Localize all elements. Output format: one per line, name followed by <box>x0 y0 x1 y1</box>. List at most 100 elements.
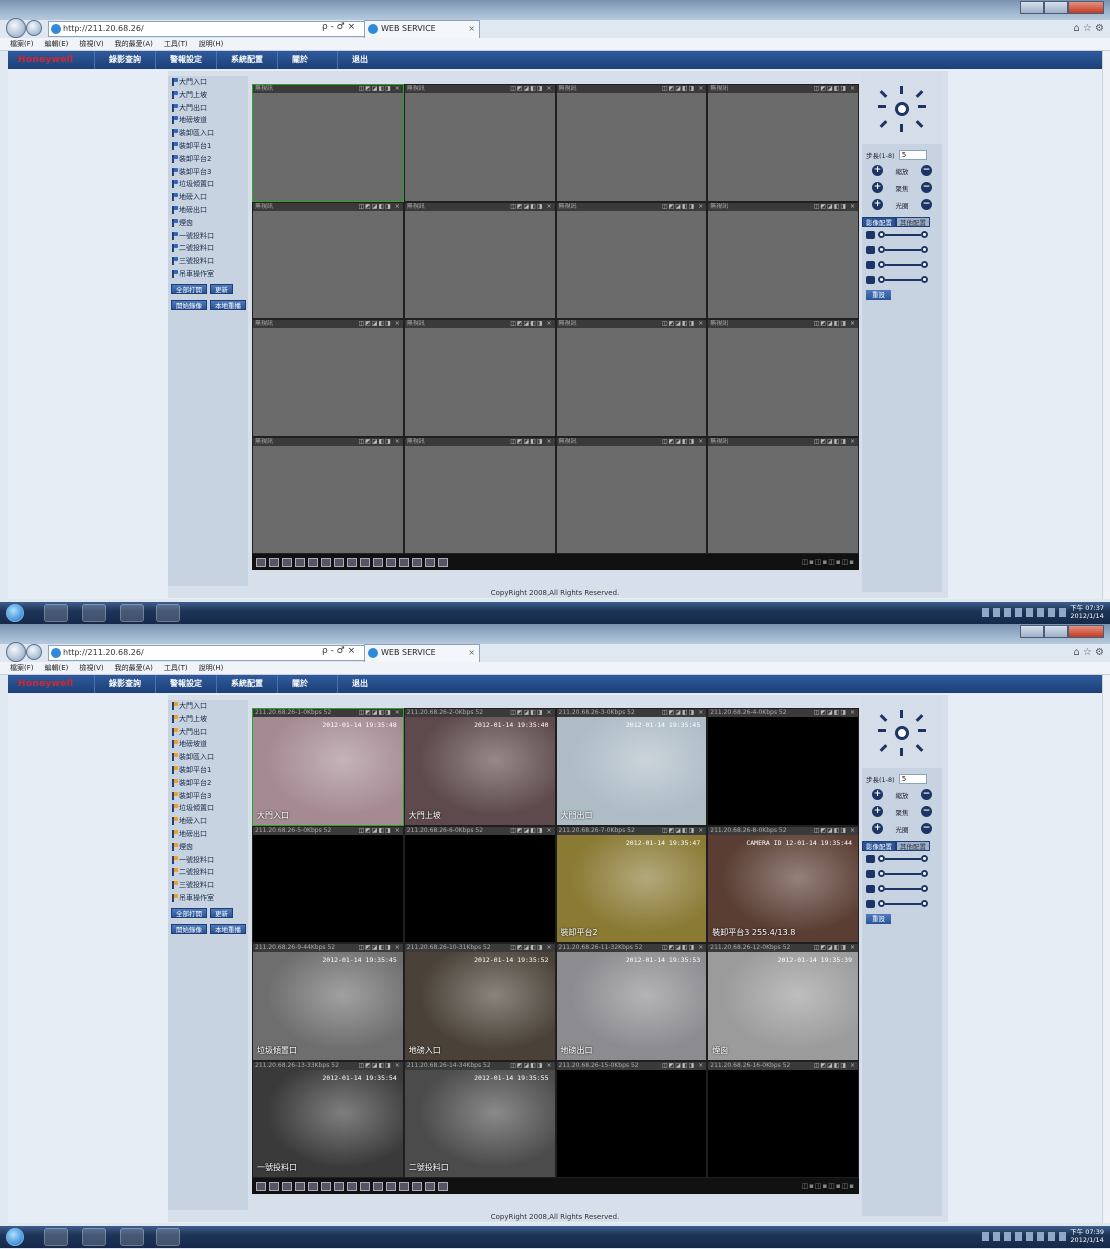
tray-icon[interactable] <box>1015 608 1022 617</box>
cell-controls-icon[interactable]: ◫◩◪◧◨ × <box>510 1062 552 1070</box>
layout-button[interactable] <box>386 557 396 567</box>
camera-tree-item[interactable]: 裝卸平台3 <box>168 166 248 179</box>
camera-tree-item[interactable]: 二號投料口 <box>168 866 248 879</box>
tray-icon[interactable] <box>1015 1232 1022 1241</box>
tray-icon[interactable] <box>1059 608 1066 617</box>
cell-controls-icon[interactable]: ◫◩◪◧◨ × <box>662 85 704 93</box>
btn-open-all-button[interactable]: 全部打開 <box>171 283 207 294</box>
video-cell[interactable]: 無視訊 ◫◩◪◧◨ × <box>252 201 404 319</box>
tray-icon[interactable] <box>982 1232 989 1241</box>
close-window-button[interactable] <box>1068 625 1104 638</box>
media-taskbar-icon[interactable] <box>120 604 144 622</box>
camera-tree-item[interactable]: 地磅入口 <box>168 815 248 828</box>
menu-item[interactable]: 檔案(F) <box>10 38 34 50</box>
video-cell[interactable]: 211.20.68.26-12-0Kbps 52 ◫◩◪◧◨ × 2012-01-1… <box>707 943 859 1061</box>
video-cell[interactable]: 211.20.68.26-15-0Kbps 52 ◫◩◪◧◨ × <box>555 1060 708 1178</box>
tray-icon[interactable] <box>1037 1232 1044 1241</box>
cell-controls-icon[interactable]: ◫◩◪◧◨ × <box>662 203 704 211</box>
browser-tools[interactable]: ⌂ ☆ ⚙ <box>1073 23 1104 34</box>
cell-controls-icon[interactable]: ◫◩◪◧◨ × <box>814 709 856 717</box>
media-taskbar-icon[interactable] <box>120 1228 144 1246</box>
camera-tree-item[interactable]: 大門上坡 <box>168 713 248 726</box>
focus-out-button[interactable]: − <box>921 806 932 817</box>
arrow-down-icon[interactable] <box>900 124 903 132</box>
tray-icon[interactable] <box>1026 608 1033 617</box>
video-cell[interactable]: 無視訊 ◫◩◪◧◨ × <box>555 319 708 437</box>
nav-item[interactable]: 退出 <box>337 675 397 693</box>
paint-taskbar-icon[interactable] <box>156 604 180 622</box>
zoom-in-button[interactable]: + <box>872 789 883 800</box>
layout-button[interactable] <box>386 1181 396 1191</box>
layout-button[interactable] <box>347 1181 357 1191</box>
brightness-slider[interactable] <box>862 227 942 242</box>
reset-button[interactable]: 重設 <box>866 914 891 924</box>
explorer-taskbar-icon[interactable] <box>82 1228 106 1246</box>
layout-button[interactable] <box>269 557 279 567</box>
cell-controls-icon[interactable]: ◫◩◪◧◨ × <box>814 85 856 93</box>
arrow-left-icon[interactable] <box>878 105 886 108</box>
cell-controls-icon[interactable]: ◫◩◪◧◨ × <box>814 320 856 328</box>
explorer-taskbar-icon[interactable] <box>82 604 106 622</box>
camera-tree-item[interactable]: 裝卸平台2 <box>168 153 248 166</box>
playback-controls-icon[interactable]: ◫▪◫▪◫▪◫▪ <box>802 558 855 566</box>
menu-item[interactable]: 工具(T) <box>164 662 188 674</box>
iris-open-button[interactable]: + <box>872 199 883 210</box>
video-cell[interactable]: 211.20.68.26-9-44Kbps 52 ◫◩◪◧◨ × 2012-01-1… <box>252 943 404 1061</box>
btn-local-playback-button[interactable]: 本地重播 <box>210 923 246 934</box>
tray-icon[interactable] <box>993 1232 1000 1241</box>
cell-controls-icon[interactable]: ◫◩◪◧◨ × <box>510 203 552 211</box>
slider-knob[interactable] <box>878 855 885 862</box>
video-cell[interactable]: 無視訊 ◫◩◪◧◨ × <box>403 84 556 202</box>
video-cell[interactable]: 211.20.68.26-4-0Kbps 52 ◫◩◪◧◨ × <box>707 708 859 826</box>
layout-button[interactable] <box>256 557 266 567</box>
layout-button[interactable] <box>425 1181 435 1191</box>
layout-button[interactable] <box>269 1181 279 1191</box>
layout-button[interactable] <box>295 1181 305 1191</box>
menu-item[interactable]: 我的最愛(A) <box>115 38 153 50</box>
arrow-down-left-icon[interactable] <box>879 120 888 128</box>
video-cell[interactable]: 無視訊 ◫◩◪◧◨ × <box>555 436 708 554</box>
cell-controls-icon[interactable]: ◫◩◪◧◨ × <box>662 1062 704 1070</box>
arrow-up-right-icon[interactable] <box>915 714 924 722</box>
menu-item[interactable]: 編輯(E) <box>45 38 69 50</box>
slider-knob[interactable] <box>878 261 885 268</box>
zoom-in-button[interactable]: + <box>872 165 883 176</box>
cell-controls-icon[interactable]: ◫◩◪◧◨ × <box>662 827 704 835</box>
video-cell[interactable]: 無視訊 ◫◩◪◧◨ × <box>707 84 859 202</box>
cell-controls-icon[interactable]: ◫◩◪◧◨ × <box>358 709 400 717</box>
camera-tree-item[interactable]: 一號投料口 <box>168 854 248 867</box>
layout-button[interactable] <box>412 557 422 567</box>
layout-button[interactable] <box>282 1181 292 1191</box>
browser-tools[interactable]: ⌂ ☆ ⚙ <box>1073 647 1104 658</box>
cell-controls-icon[interactable]: ◫◩◪◧◨ × <box>814 827 856 835</box>
tab-close-icon[interactable]: × <box>468 645 475 661</box>
cell-controls-icon[interactable]: ◫◩◪◧◨ × <box>510 438 552 446</box>
cell-controls-icon[interactable]: ◫◩◪◧◨ × <box>510 320 552 328</box>
zoom-out-button[interactable]: − <box>921 789 932 800</box>
camera-tree-item[interactable]: 裝卸區入口 <box>168 127 248 140</box>
hue-slider[interactable] <box>862 896 942 911</box>
video-cell[interactable]: 211.20.68.26-7-0Kbps 52 ◫◩◪◧◨ × 2012-01-14… <box>555 825 708 943</box>
layout-button[interactable] <box>282 557 292 567</box>
layout-button[interactable] <box>334 1181 344 1191</box>
cell-controls-icon[interactable]: ◫◩◪◧◨ × <box>358 203 400 211</box>
video-cell[interactable]: 211.20.68.26-11-32Kbps 52 ◫◩◪◧◨ × 2012-01-… <box>555 943 708 1061</box>
tab-other-config[interactable]: 其他配置 <box>896 841 930 851</box>
arrow-down-icon[interactable] <box>900 748 903 756</box>
zoom-out-button[interactable]: − <box>921 165 932 176</box>
btn-start-record-button[interactable]: 開始錄像 <box>171 299 207 310</box>
nav-item[interactable]: 退出 <box>337 51 397 69</box>
arrow-down-right-icon[interactable] <box>915 744 924 752</box>
camera-tree-item[interactable]: 大門入口 <box>168 76 248 89</box>
cell-controls-icon[interactable]: ◫◩◪◧◨ × <box>662 438 704 446</box>
slider-knob[interactable] <box>878 246 885 253</box>
btn-local-playback-button[interactable]: 本地重播 <box>210 299 246 310</box>
arrow-down-right-icon[interactable] <box>915 120 924 128</box>
slider-knob[interactable] <box>878 885 885 892</box>
layout-button[interactable] <box>412 1181 422 1191</box>
nav-item[interactable]: 系統配置 <box>216 51 277 69</box>
camera-tree-item[interactable]: 二號投料口 <box>168 242 248 255</box>
slider-knob[interactable] <box>878 276 885 283</box>
camera-tree-item[interactable]: 垃圾傾置口 <box>168 178 248 191</box>
video-cell[interactable]: 211.20.68.26-5-0Kbps 52 ◫◩◪◧◨ × <box>252 825 404 943</box>
